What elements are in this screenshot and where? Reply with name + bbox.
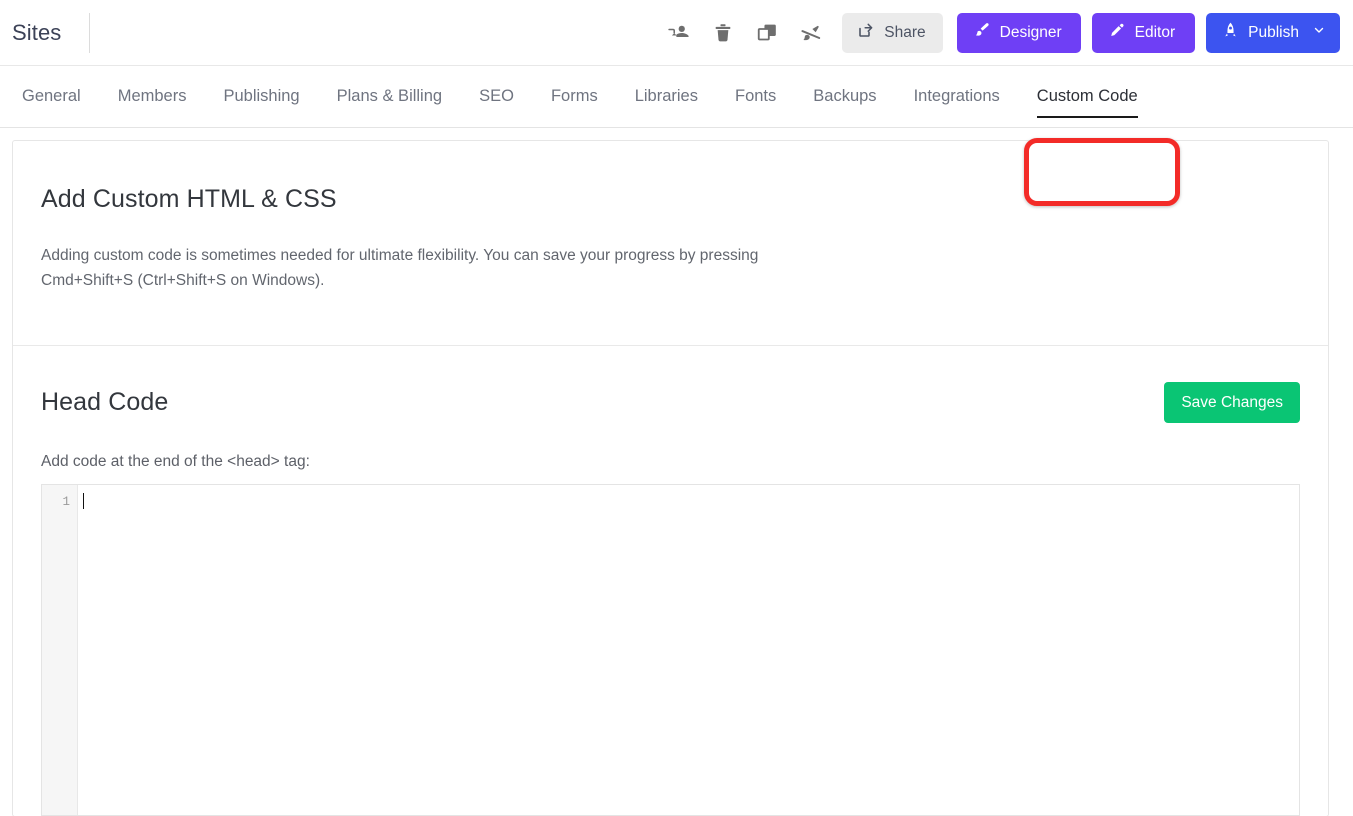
transfer-site-icon[interactable] (662, 16, 696, 50)
header-actions: Share Designer Editor Publish (657, 12, 1353, 53)
editor-line-numbers: 1 (42, 485, 78, 815)
tab-fonts[interactable]: Fonts (735, 66, 776, 128)
share-label: Share (884, 23, 926, 41)
app-header: Sites Share Designer Editor Publish (0, 0, 1353, 66)
share-icon (857, 21, 875, 44)
brand-divider (89, 12, 91, 53)
tab-members[interactable]: Members (118, 66, 187, 128)
tab-libraries[interactable]: Libraries (635, 66, 698, 128)
designer-label: Designer (999, 23, 1062, 41)
designer-button[interactable]: Designer (956, 12, 1081, 53)
head-code-input[interactable] (78, 485, 1299, 815)
page-description: Adding custom code is sometimes needed f… (41, 247, 759, 289)
duplicate-site-icon[interactable] (750, 16, 784, 50)
custom-code-card: Add Custom HTML & CSS Adding custom code… (12, 140, 1329, 816)
tab-backups[interactable]: Backups (813, 66, 876, 128)
save-changes-button[interactable]: Save Changes (1164, 382, 1300, 423)
pencil-icon (1109, 22, 1126, 44)
chevron-down-icon (1312, 23, 1326, 42)
brush-icon (973, 21, 991, 44)
editor-label: Editor (1134, 23, 1176, 41)
line-number: 1 (62, 495, 70, 509)
editor-button[interactable]: Editor (1091, 12, 1196, 53)
unpublish-site-icon[interactable] (794, 16, 828, 50)
tab-seo[interactable]: SEO (479, 66, 514, 128)
brand-title: Sites (12, 19, 62, 45)
publish-label: Publish (1248, 23, 1299, 41)
tab-forms[interactable]: Forms (551, 66, 598, 128)
page-title: Add Custom HTML & CSS (41, 185, 337, 213)
head-code-editor[interactable]: 1 (41, 484, 1300, 816)
tab-plans-billing[interactable]: Plans & Billing (337, 66, 442, 128)
head-code-header: Head Code Save Changes (41, 346, 1300, 423)
publish-button[interactable]: Publish (1206, 12, 1340, 53)
head-code-field-label: Add code at the end of the <head> tag: (41, 453, 310, 470)
intro-section: Add Custom HTML & CSS Adding custom code… (13, 141, 1328, 345)
tab-custom-code[interactable]: Custom Code (1036, 66, 1138, 128)
tab-general[interactable]: General (22, 66, 81, 128)
rocket-icon (1222, 21, 1239, 44)
head-code-section: Head Code Save Changes Add code at the e… (13, 346, 1328, 816)
tab-integrations[interactable]: Integrations (914, 66, 1000, 128)
settings-tabbar: General Members Publishing Plans & Billi… (0, 66, 1353, 206)
share-button[interactable]: Share (842, 12, 943, 53)
tab-publishing[interactable]: Publishing (223, 66, 299, 128)
text-caret (83, 493, 84, 509)
delete-site-icon[interactable] (706, 16, 740, 50)
head-code-title: Head Code (41, 388, 169, 416)
